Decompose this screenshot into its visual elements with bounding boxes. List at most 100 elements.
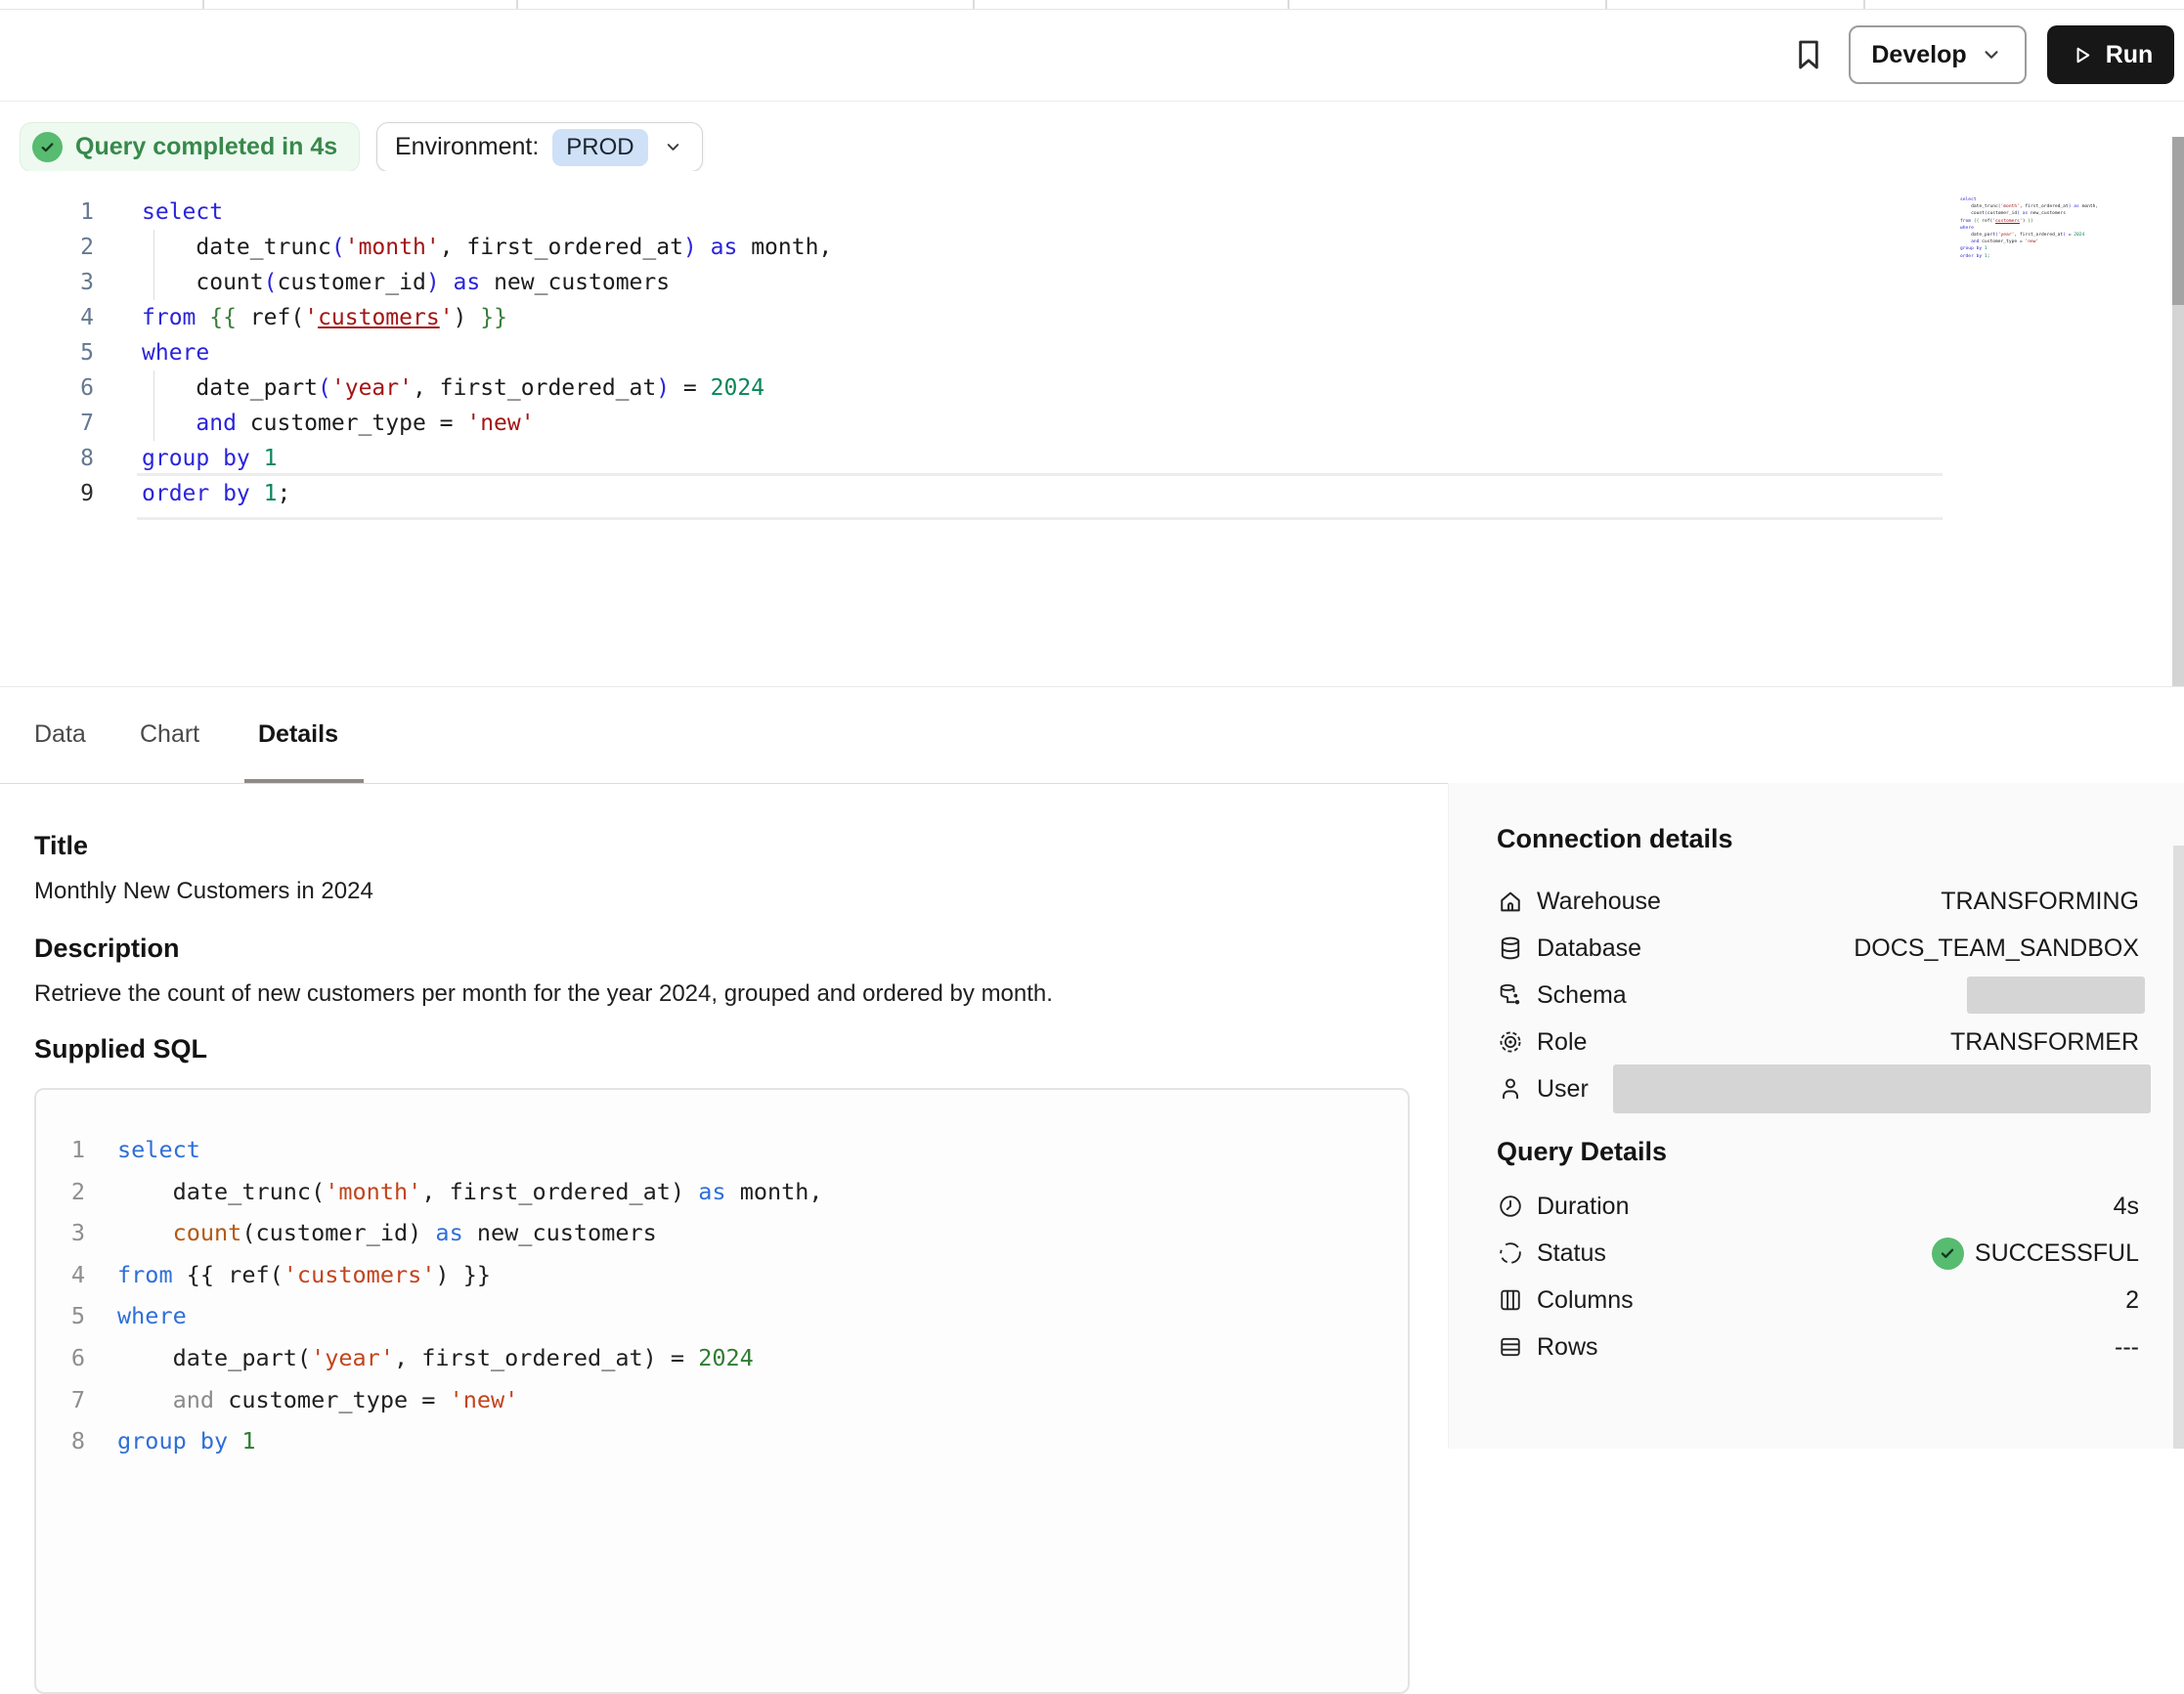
code-line[interactable]: 5where bbox=[36, 1295, 1408, 1337]
token-k: as bbox=[711, 235, 738, 260]
token-b: ) bbox=[683, 235, 697, 260]
code-line[interactable]: 8group by 1 bbox=[0, 441, 1945, 476]
code-line[interactable]: 4from {{ ref('customers') }} bbox=[0, 300, 1945, 335]
token-p: ref( bbox=[1979, 219, 1992, 224]
query-label: Rows bbox=[1537, 1333, 1598, 1362]
code-line[interactable]: 1select bbox=[36, 1129, 1408, 1171]
token-p: customer_type = bbox=[214, 1386, 450, 1413]
code-text: date_part('year', first_ordered_at) = 20… bbox=[142, 370, 764, 406]
token-p bbox=[1960, 239, 1971, 244]
code-line[interactable]: 1select bbox=[1952, 196, 2079, 203]
line-number: 3 bbox=[0, 265, 94, 300]
token-s: 'year' bbox=[1998, 233, 2015, 238]
code-text: select bbox=[142, 195, 223, 230]
token-k: group by bbox=[117, 1427, 228, 1455]
token-s: 'month' bbox=[325, 1178, 421, 1205]
token-k: where bbox=[142, 340, 209, 366]
code-line[interactable]: 9order by 1; bbox=[1952, 253, 2079, 260]
tab-data[interactable]: Data bbox=[34, 720, 86, 749]
token-k: and bbox=[196, 411, 237, 436]
code-line[interactable]: 2 date_trunc('month', first_ordered_at) … bbox=[1952, 203, 2079, 210]
code-line[interactable]: 7 and customer_type = 'new' bbox=[36, 1379, 1408, 1421]
code-text: count(customer_id) as new_customers bbox=[142, 265, 670, 300]
token-p: , first_ordered_at) = bbox=[394, 1344, 698, 1371]
tab-divider bbox=[973, 0, 975, 9]
develop-button-label: Develop bbox=[1871, 41, 1966, 69]
query-row-duration: Duration4s bbox=[1497, 1183, 2184, 1230]
code-line[interactable]: 2 date_trunc('month', first_ordered_at) … bbox=[0, 230, 1945, 265]
tab-details[interactable]: Details bbox=[258, 720, 338, 749]
token-n: 1 bbox=[264, 446, 278, 471]
rows-icon bbox=[1497, 1333, 1524, 1361]
code-text: date_part('year', first_ordered_at) = 20… bbox=[1960, 232, 2084, 239]
query-label: Status bbox=[1537, 1239, 1606, 1268]
token-k: select bbox=[117, 1136, 200, 1163]
develop-menu-button[interactable]: Develop bbox=[1849, 25, 2027, 84]
panel-scrollbar[interactable] bbox=[2173, 846, 2184, 1449]
code-line[interactable]: 1select bbox=[0, 195, 1945, 230]
code-line[interactable]: 7 and customer_type = 'new' bbox=[0, 406, 1945, 441]
code-line[interactable]: 9order by 1; bbox=[0, 476, 1945, 511]
token-p: ) }} bbox=[435, 1261, 491, 1288]
token-p: count bbox=[142, 270, 264, 295]
token-p: customer_id bbox=[277, 270, 425, 295]
token-n: 2024 bbox=[711, 375, 764, 401]
token-p bbox=[228, 1427, 241, 1455]
code-text: select bbox=[1960, 196, 1977, 203]
environment-label: Environment: bbox=[395, 133, 539, 161]
code-text: order by 1; bbox=[142, 476, 290, 511]
sql-editor[interactable]: 1select2 date_trunc('month', first_order… bbox=[0, 171, 2184, 686]
clock-icon bbox=[1497, 1193, 1524, 1220]
code-text: order by 1; bbox=[1960, 253, 1989, 260]
token-p: date_part( bbox=[117, 1344, 311, 1371]
tab-chart[interactable]: Chart bbox=[140, 720, 199, 749]
editor-scrollbar[interactable] bbox=[2172, 137, 2184, 772]
connection-row-warehouse: WarehouseTRANSFORMING bbox=[1497, 878, 2184, 925]
editor-scrollbar-thumb[interactable] bbox=[2172, 137, 2184, 305]
code-line[interactable]: 3 count(customer_id) as new_customers bbox=[1952, 210, 2079, 217]
bookmark-button[interactable] bbox=[1783, 31, 1826, 80]
line-number: 6 bbox=[0, 370, 94, 406]
connection-details-heading: Connection details bbox=[1497, 824, 1733, 854]
query-status-pill: Query completed in 4s bbox=[20, 122, 360, 172]
code-text: from {{ ref('customers') }} bbox=[142, 300, 507, 335]
code-line[interactable]: 3 count(customer_id) as new_customers bbox=[0, 265, 1945, 300]
play-icon bbox=[2069, 42, 2095, 68]
code-line[interactable]: 5where bbox=[0, 335, 1945, 370]
warehouse-icon bbox=[1497, 888, 1524, 915]
token-j: }} bbox=[480, 305, 507, 330]
code-line[interactable]: 3 count(customer_id) as new_customers bbox=[36, 1212, 1408, 1254]
token-s: ' bbox=[304, 305, 318, 330]
token-s: 'customers' bbox=[284, 1261, 436, 1288]
code-text: group by 1 bbox=[142, 441, 278, 476]
code-line[interactable]: 6 date_part('year', first_ordered_at) = … bbox=[1952, 232, 2079, 239]
token-k: group by bbox=[1960, 246, 1982, 251]
code-line[interactable]: 4from {{ ref('customers') }} bbox=[36, 1254, 1408, 1296]
code-line[interactable]: 7 and customer_type = 'new' bbox=[1952, 239, 2079, 245]
code-line[interactable]: 6 date_part('year', first_ordered_at) = … bbox=[0, 370, 1945, 406]
code-line[interactable]: 8group by 1 bbox=[36, 1420, 1408, 1462]
code-line[interactable]: 6 date_part('year', first_ordered_at) = … bbox=[36, 1337, 1408, 1379]
token-k: as bbox=[698, 1178, 725, 1205]
token-s: 'new' bbox=[450, 1386, 519, 1413]
query-row-rows: Rows --- bbox=[1497, 1324, 2184, 1370]
query-value: --- bbox=[2115, 1333, 2139, 1362]
code-line[interactable]: 2 date_trunc('month', first_ordered_at) … bbox=[36, 1171, 1408, 1213]
line-number: 7 bbox=[36, 1379, 85, 1421]
code-line[interactable]: 5where bbox=[1952, 225, 2079, 232]
run-button[interactable]: Run bbox=[2047, 25, 2174, 84]
code-line[interactable]: 4from {{ ref('customers') }} bbox=[1952, 218, 2079, 225]
token-k: as bbox=[454, 270, 481, 295]
environment-selector[interactable]: Environment: PROD bbox=[376, 122, 703, 172]
line-number: 6 bbox=[36, 1337, 85, 1379]
minimap[interactable]: 1select2 date_trunc('month', first_order… bbox=[1952, 196, 2079, 260]
tab-divider bbox=[202, 0, 204, 9]
code-text: group by 1 bbox=[1960, 245, 1987, 252]
token-p: count bbox=[1960, 211, 1985, 216]
connection-value: TRANSFORMER bbox=[1950, 1028, 2139, 1057]
connection-row-database: DatabaseDOCS_TEAM_SANDBOX bbox=[1497, 925, 2184, 972]
code-line[interactable]: 8group by 1 bbox=[1952, 245, 2079, 252]
token-p: , first_ordered_at bbox=[2014, 233, 2063, 238]
connection-row-role: RoleTRANSFORMER bbox=[1497, 1019, 2184, 1065]
token-p: date_trunc bbox=[142, 235, 331, 260]
